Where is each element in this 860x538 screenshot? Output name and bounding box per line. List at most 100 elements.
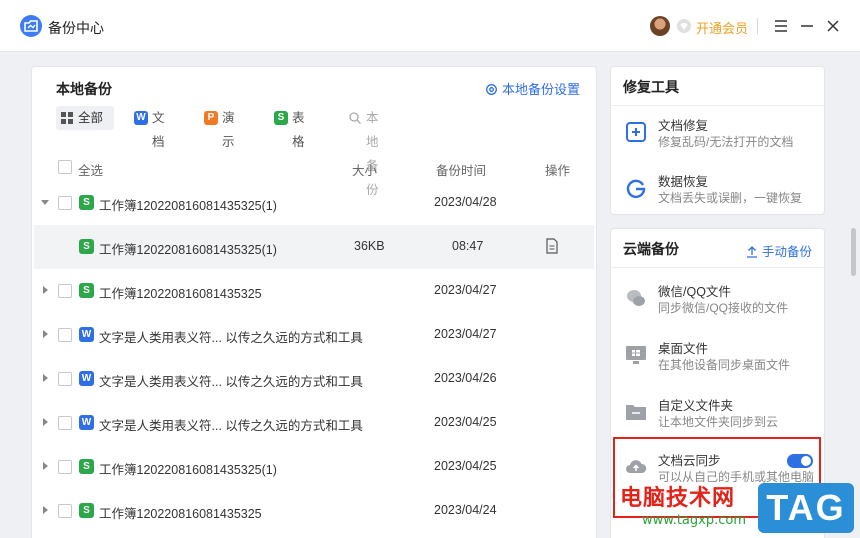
row-checkbox[interactable]: [58, 284, 72, 298]
row-checkbox[interactable]: [58, 328, 72, 342]
custom-folder-title: 自定义文件夹: [658, 399, 734, 413]
expand-arrow-icon[interactable]: [40, 285, 50, 295]
windows-desktop-icon: [626, 346, 646, 364]
data-recovery-desc: 文档丢失或误删，一键恢复: [658, 191, 803, 205]
wechat-qq-files-desc: 同步微信/QQ接收的文件: [658, 301, 789, 315]
column-size: 大小: [352, 164, 378, 178]
table-header: 全选 大小 备份时间 操作: [32, 153, 596, 181]
watermark-text: 电脑技术网: [620, 485, 736, 510]
table-row[interactable]: S 工作簿120220816081435325 2023/04/27: [32, 269, 596, 313]
file-size: 36KB: [354, 239, 385, 253]
presentation-icon: P: [204, 111, 218, 125]
tab-documents[interactable]: W 文档: [130, 106, 165, 149]
title-bar: 备份中心 开通会员: [0, 0, 860, 52]
tab-presentations[interactable]: P 演示: [200, 106, 235, 149]
table-row[interactable]: W 文字是人类用表义符... 以传之久远的方式和工具 2023/04/25: [32, 401, 596, 445]
expand-arrow-icon[interactable]: [40, 373, 50, 383]
document-repair-item[interactable]: 文档修复 修复乱码/无法打开的文档: [611, 107, 824, 161]
backup-time: 2023/04/27: [434, 327, 497, 341]
vip-diamond-icon: [677, 19, 691, 33]
backup-time: 2023/04/25: [434, 459, 497, 473]
file-name: 工作簿120220816081435325(1): [99, 463, 277, 477]
search-icon: [349, 112, 361, 124]
wechat-qq-files-title: 微信/QQ文件: [658, 285, 731, 299]
local-backup-title: 本地备份: [56, 81, 112, 97]
backup-time: 2023/04/28: [434, 195, 497, 209]
file-name: 文字是人类用表义符... 以传之久远的方式和工具: [99, 375, 363, 389]
tab-all[interactable]: 全部: [56, 106, 114, 130]
document-repair-desc: 修复乱码/无法打开的文档: [658, 135, 794, 149]
wechat-qq-files-item[interactable]: 微信/QQ文件 同步微信/QQ接收的文件: [611, 273, 824, 327]
local-backup-search[interactable]: 本地备份: [344, 106, 379, 197]
chat-icon: [627, 290, 645, 306]
table-row-version[interactable]: S 工作簿120220816081435325(1) 36KB 08:47: [34, 225, 594, 269]
table-row[interactable]: S 工作簿120220816081435325(1) 2023/04/25: [32, 445, 596, 489]
watermark-url: www.tagxp.com: [642, 513, 746, 528]
word-doc-icon: W: [79, 415, 94, 430]
table-row[interactable]: S 工作簿120220816081435325 2023/04/24: [32, 489, 596, 533]
backup-time: 2023/04/24: [434, 503, 497, 517]
row-checkbox[interactable]: [58, 416, 72, 430]
select-all-checkbox[interactable]: [58, 160, 72, 174]
row-checkbox[interactable]: [58, 196, 72, 210]
upload-icon: [746, 246, 757, 258]
settings-gear-icon: [486, 84, 497, 95]
tab-spreadsheets[interactable]: S 表格: [270, 106, 305, 149]
folder-icon: [626, 405, 646, 420]
row-checkbox[interactable]: [58, 372, 72, 386]
row-checkbox[interactable]: [58, 460, 72, 474]
window-title: 备份中心: [48, 20, 104, 36]
file-name: 工作簿120220816081435325: [99, 287, 262, 301]
spreadsheet-icon: S: [274, 111, 288, 125]
row-checkbox[interactable]: [58, 504, 72, 518]
expand-arrow-icon[interactable]: [40, 329, 50, 339]
file-name: 文字是人类用表义符... 以传之久远的方式和工具: [99, 331, 363, 345]
spreadsheet-icon: S: [79, 459, 94, 474]
data-recovery-title: 数据恢复: [658, 175, 709, 189]
local-backup-settings-link[interactable]: 本地备份设置: [485, 79, 580, 98]
document-repair-title: 文档修复: [658, 119, 709, 133]
repair-tools-panel: 修复工具 文档修复 修复乱码/无法打开的文档 数据恢复 文档丢失或误删，一键恢复: [610, 66, 825, 215]
table-row[interactable]: S 工作簿120220816081435325(1) 2023/04/28: [32, 181, 596, 225]
expand-arrow-icon[interactable]: [40, 461, 50, 471]
vip-upgrade-link[interactable]: 开通会员: [696, 18, 748, 37]
table-row[interactable]: W 文字是人类用表义符... 以传之久远的方式和工具 2023/04/26: [32, 357, 596, 401]
desktop-files-desc: 在其他设备同步桌面文件: [658, 358, 791, 372]
column-operation: 操作: [545, 164, 571, 178]
repair-tools-title: 修复工具: [623, 79, 679, 95]
desktop-files-item[interactable]: 桌面文件 在其他设备同步桌面文件: [611, 330, 824, 384]
file-name: 工作簿120220816081435325(1): [99, 243, 277, 257]
cloud-backup-title: 云端备份: [623, 241, 679, 257]
spreadsheet-icon: S: [79, 503, 94, 518]
local-backup-panel: 本地备份 本地备份设置 全部 W 文档 P 演示 S 表格 本地备份 全选 大小…: [31, 66, 597, 538]
backup-time: 2023/04/25: [434, 415, 497, 429]
desktop-files-title: 桌面文件: [658, 342, 709, 356]
collapse-arrow-icon[interactable]: [40, 197, 50, 207]
custom-folder-desc: 让本地文件夹同步到云: [658, 415, 779, 429]
file-name: 文字是人类用表义符... 以传之久远的方式和工具: [99, 419, 363, 433]
menu-icon[interactable]: [771, 16, 791, 36]
select-all-label: 全选: [78, 164, 104, 178]
minimize-icon[interactable]: [797, 16, 817, 36]
watermark-tag-logo: TAG: [758, 483, 854, 533]
backup-time: 2023/04/26: [434, 371, 497, 385]
spreadsheet-icon: S: [79, 239, 94, 254]
data-recovery-item[interactable]: 数据恢复 文档丢失或误删，一键恢复: [611, 163, 824, 217]
word-doc-icon: W: [79, 327, 94, 342]
spreadsheet-icon: S: [79, 283, 94, 298]
expand-arrow-icon[interactable]: [40, 417, 50, 427]
custom-folder-item[interactable]: 自定义文件夹 让本地文件夹同步到云: [611, 387, 824, 441]
panel-scrollbar[interactable]: [851, 228, 856, 276]
divider: [611, 105, 824, 106]
close-icon[interactable]: [823, 16, 843, 36]
title-separator: [757, 18, 758, 34]
user-avatar[interactable]: [650, 16, 670, 36]
expand-arrow-icon[interactable]: [40, 505, 50, 515]
file-name: 工作簿120220816081435325(1): [99, 199, 277, 213]
open-file-icon[interactable]: [545, 238, 559, 254]
spreadsheet-icon: S: [79, 195, 94, 210]
file-name: 工作簿120220816081435325: [99, 507, 262, 521]
table-row[interactable]: W 文字是人类用表义符... 以传之久远的方式和工具 2023/04/27: [32, 313, 596, 357]
document-repair-icon: [626, 122, 646, 142]
manual-backup-button[interactable]: 手动备份: [746, 241, 812, 260]
